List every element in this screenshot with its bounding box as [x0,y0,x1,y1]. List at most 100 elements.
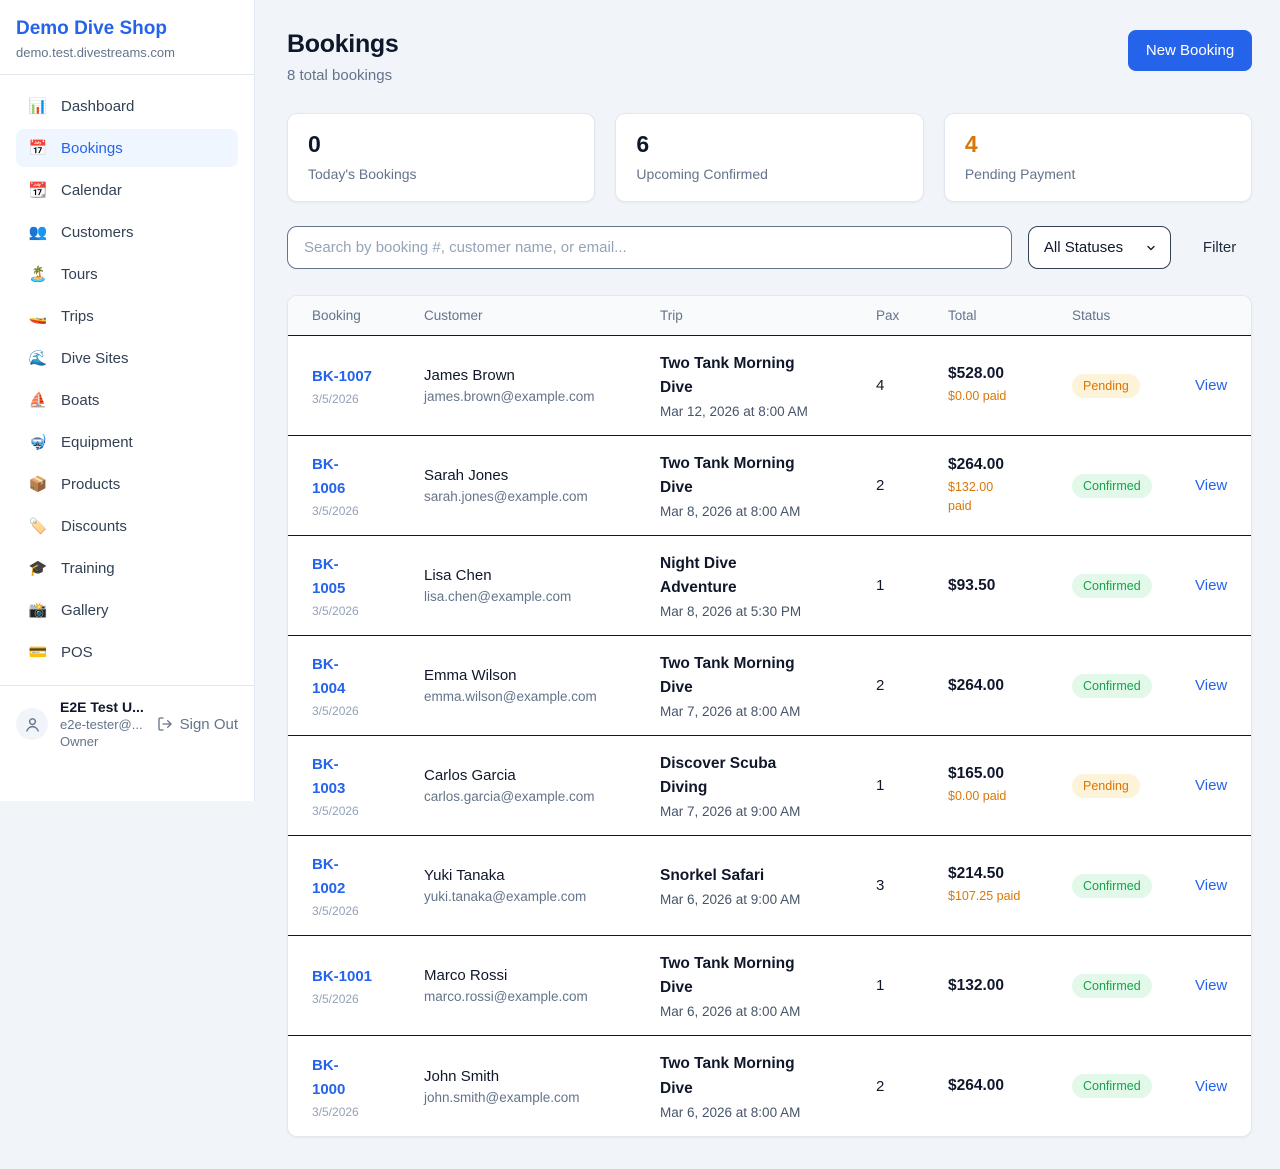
column-header: Total [948,308,1072,323]
sign-out-label: Sign Out [180,716,238,733]
booking-id-link[interactable]: BK-1001 [312,965,424,989]
view-link[interactable]: View [1195,477,1227,494]
chevron-down-icon [1145,242,1157,254]
trip-name: Two Tank Morning Dive [660,452,816,500]
trip-name: Two Tank Morning Dive [660,952,816,1000]
sign-out-button[interactable]: Sign Out [157,716,238,733]
dashboard-icon: 📊 [28,97,48,115]
status-badge: Confirmed [1072,974,1152,998]
trip-cell: Snorkel Safari Mar 6, 2026 at 9:00 AM [660,864,876,907]
sidebar-item-label: Bookings [61,140,123,157]
boats-icon: ⛵ [28,391,48,409]
sidebar-item-bookings[interactable]: 📅 Bookings [16,129,238,167]
sidebar-item-calendar[interactable]: 📆 Calendar [16,171,238,209]
customer-name: Lisa Chen [424,567,660,584]
customer-email: lisa.chen@example.com [424,589,660,604]
dive-sites-icon: 🌊 [28,349,48,367]
column-header: Trip [660,308,876,323]
trips-icon: 🚤 [28,307,48,325]
table-body: BK-1007 3/5/2026 James Brown james.brown… [288,336,1251,1136]
user-icon [24,716,41,733]
sidebar-item-tours[interactable]: 🏝️ Tours [16,255,238,293]
shop-name: Demo Dive Shop [16,18,238,40]
stat-value: 6 [636,131,902,158]
action-cell: View [1195,977,1227,994]
sidebar-header: Demo Dive Shop demo.test.divestreams.com [0,0,254,75]
sidebar-item-trips[interactable]: 🚤 Trips [16,297,238,335]
total-amount: $528.00 [948,365,1072,383]
booking-date: 3/5/2026 [312,604,424,618]
sign-out-icon [157,716,173,732]
search-input[interactable] [287,226,1012,269]
sidebar-item-equipment[interactable]: 🤿 Equipment [16,423,238,461]
customer-email: james.brown@example.com [424,389,660,404]
booking-id-link[interactable]: BK-1007 [312,365,424,389]
customer-name: Marco Rossi [424,967,660,984]
bookings-icon: 📅 [28,139,48,157]
bookings-table: BookingCustomerTripPaxTotalStatus BK-100… [287,295,1252,1137]
table-row: BK-1000 3/5/2026 John Smith john.smith@e… [288,1036,1251,1136]
sidebar-item-pos[interactable]: 💳 POS [16,633,238,671]
booking-id-link[interactable]: BK-1002 [312,853,348,901]
pax-cell: 2 [876,1078,948,1095]
booking-id-link[interactable]: BK-1003 [312,753,348,801]
table-row: BK-1005 3/5/2026 Lisa Chen lisa.chen@exa… [288,536,1251,636]
main-content: Bookings 8 total bookings New Booking 0 … [255,0,1280,1169]
sidebar-item-label: Dive Sites [61,350,129,367]
filter-button[interactable]: Filter [1187,239,1252,256]
sidebar-item-label: Trips [61,308,94,325]
status-select[interactable]: All Statuses [1028,226,1171,269]
action-cell: View [1195,877,1227,894]
total-amount: $264.00 [948,677,1072,695]
trip-name: Two Tank Morning Dive [660,1052,816,1100]
stat-value: 4 [965,131,1231,158]
trip-datetime: Mar 7, 2026 at 9:00 AM [660,804,876,819]
customer-name: John Smith [424,1068,660,1085]
booking-date: 3/5/2026 [312,392,424,406]
booking-id-link[interactable]: BK-1006 [312,453,348,501]
sidebar-item-label: Training [61,560,115,577]
customer-email: sarah.jones@example.com [424,489,660,504]
pax-cell: 2 [876,677,948,694]
view-link[interactable]: View [1195,977,1227,994]
sidebar-item-training[interactable]: 🎓 Training [16,549,238,587]
trip-datetime: Mar 12, 2026 at 8:00 AM [660,404,876,419]
view-link[interactable]: View [1195,377,1227,394]
view-link[interactable]: View [1195,777,1227,794]
customer-email: marco.rossi@example.com [424,989,660,1004]
trip-datetime: Mar 6, 2026 at 8:00 AM [660,1004,876,1019]
trip-datetime: Mar 7, 2026 at 8:00 AM [660,704,876,719]
booking-id-link[interactable]: BK-1000 [312,1054,348,1102]
customer-email: emma.wilson@example.com [424,689,660,704]
table-header-row: BookingCustomerTripPaxTotalStatus [288,296,1251,336]
total-amount: $264.00 [948,1077,1072,1095]
status-cell: Confirmed [1072,474,1195,498]
view-link[interactable]: View [1195,1078,1227,1095]
customer-email: carlos.garcia@example.com [424,789,660,804]
sidebar-item-boats[interactable]: ⛵ Boats [16,381,238,419]
pax-cell: 1 [876,577,948,594]
sidebar-item-gallery[interactable]: 📸 Gallery [16,591,238,629]
stat-card: 0 Today's Bookings [287,113,595,202]
sidebar-footer: E2E Test U... e2e-tester@... Owner Sign … [0,685,254,762]
new-booking-button[interactable]: New Booking [1128,30,1252,71]
pax-cell: 1 [876,777,948,794]
view-link[interactable]: View [1195,677,1227,694]
table-row: BK-1001 3/5/2026 Marco Rossi marco.rossi… [288,936,1251,1036]
booking-cell: BK-1002 3/5/2026 [312,853,424,918]
customer-cell: Yuki Tanaka yuki.tanaka@example.com [424,867,660,904]
status-badge: Confirmed [1072,574,1152,598]
view-link[interactable]: View [1195,877,1227,894]
total-amount: $93.50 [948,577,1072,595]
sidebar-item-products[interactable]: 📦 Products [16,465,238,503]
booking-id-link[interactable]: BK-1004 [312,653,348,701]
sidebar-item-dive-sites[interactable]: 🌊 Dive Sites [16,339,238,377]
sidebar-item-discounts[interactable]: 🏷️ Discounts [16,507,238,545]
booking-id-link[interactable]: BK-1005 [312,553,348,601]
view-link[interactable]: View [1195,577,1227,594]
user-info: E2E Test U... e2e-tester@... Owner [60,699,145,749]
sidebar-item-dashboard[interactable]: 📊 Dashboard [16,87,238,125]
pax-cell: 1 [876,977,948,994]
sidebar-item-customers[interactable]: 👥 Customers [16,213,238,251]
customer-cell: Lisa Chen lisa.chen@example.com [424,567,660,604]
